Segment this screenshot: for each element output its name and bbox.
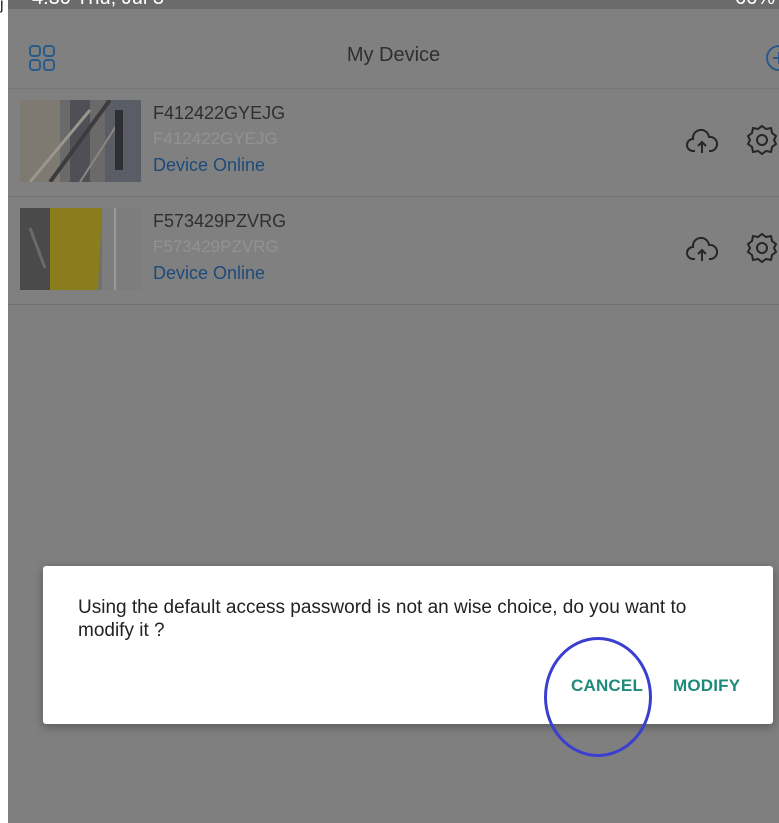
status-time: 4:30 Thu, Jul 3 (32, 0, 164, 9)
device-id: F412422GYEJG (153, 129, 278, 148)
dialog-message: Using the default access password is not… (78, 597, 687, 641)
device-status: Device Online (153, 263, 266, 283)
device-thumbnail[interactable] (20, 208, 141, 290)
add-icon[interactable] (764, 43, 779, 73)
device-thumbnail[interactable] (20, 100, 141, 182)
gear-icon[interactable] (745, 231, 779, 265)
device-row[interactable]: F412422GYEJG F412422GYEJG Device Online (8, 89, 779, 197)
password-warning-dialog: Using the default access password is not… (43, 566, 773, 724)
modify-button[interactable]: MODIFY (673, 676, 740, 696)
device-name: F412422GYEJG (153, 103, 286, 123)
top-bar: My Device (8, 9, 779, 89)
status-battery: 66% (735, 0, 775, 9)
page-title: My Device (346, 44, 441, 66)
status-bar: 4:30 Thu, Jul 3 66% (8, 0, 779, 9)
device-status: Device Online (153, 155, 266, 175)
cloud-upload-icon[interactable] (686, 127, 719, 159)
device-name: F573429PZVRG (153, 211, 287, 231)
cloud-upload-icon[interactable] (686, 235, 719, 267)
gear-icon[interactable] (745, 123, 779, 157)
cancel-button[interactable]: CANCEL (571, 676, 643, 696)
device-id: F573429PZVRG (153, 237, 279, 256)
device-row[interactable]: F573429PZVRG F573429PZVRG Device Online (8, 197, 779, 305)
